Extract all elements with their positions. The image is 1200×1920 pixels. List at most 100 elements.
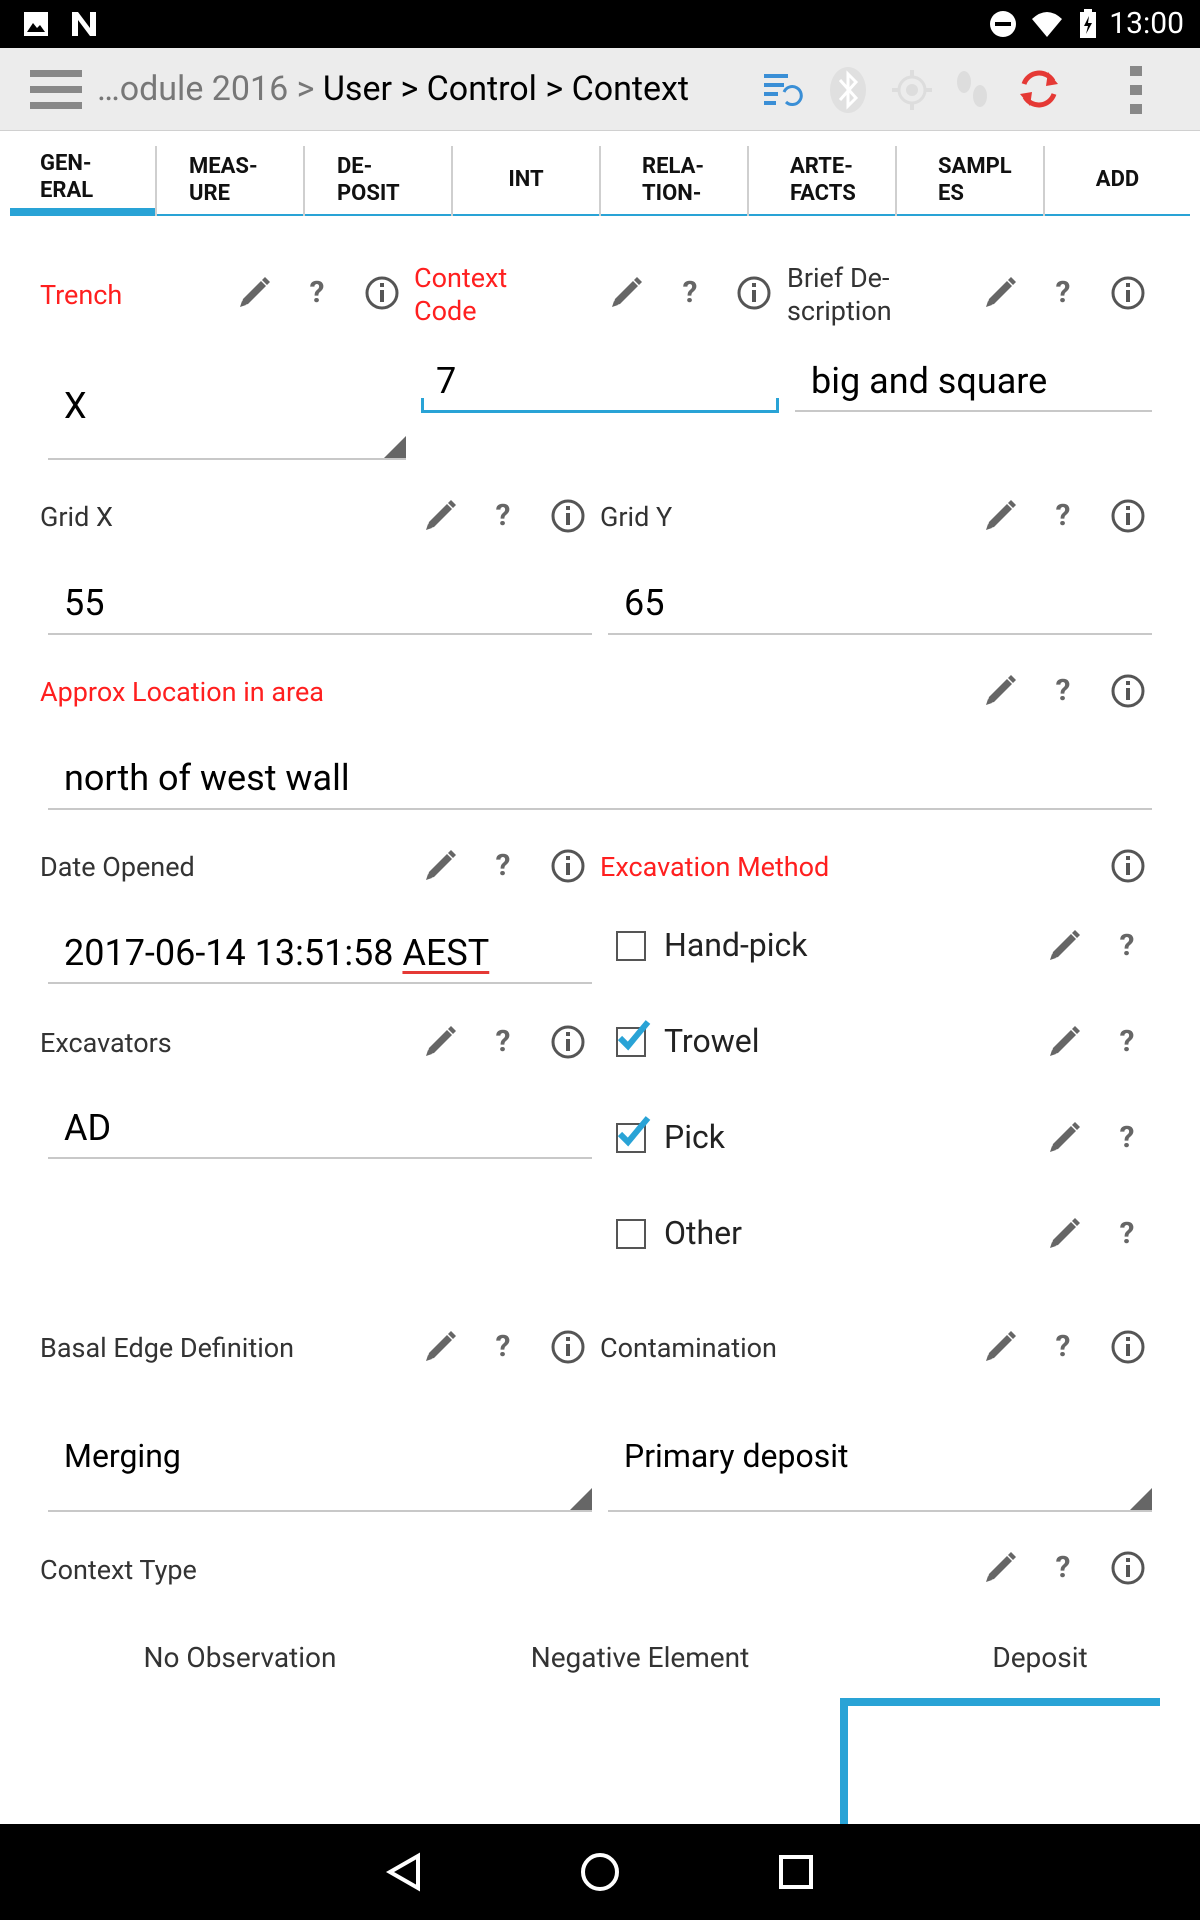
wifi-icon bbox=[1030, 9, 1064, 43]
status-bar: 13:00 bbox=[0, 0, 1200, 48]
tracking-footsteps-icon[interactable] bbox=[952, 68, 992, 118]
trench-label: Trench bbox=[40, 279, 123, 311]
approx-location-info-icon[interactable] bbox=[1110, 673, 1146, 709]
other-help-icon[interactable]: ? bbox=[1112, 1216, 1142, 1251]
pick-checkmark-icon bbox=[614, 1114, 654, 1154]
trowel-edit-pencil-icon[interactable] bbox=[1046, 1024, 1082, 1060]
basal-edge-info-icon[interactable] bbox=[550, 1329, 586, 1365]
grid-y-help-icon[interactable]: ? bbox=[1048, 498, 1078, 533]
date-opened-help-icon[interactable]: ? bbox=[488, 848, 518, 883]
sync-icon[interactable] bbox=[1016, 66, 1062, 116]
excavators-help-icon[interactable]: ? bbox=[488, 1024, 518, 1059]
date-opened-input[interactable]: 2017-06-14 13:51:58 AEST bbox=[64, 932, 489, 974]
approx-location-input[interactable]: north of west wall bbox=[64, 757, 350, 799]
contamination-help-icon[interactable]: ? bbox=[1048, 1329, 1078, 1364]
grid-y-info-icon[interactable] bbox=[1110, 498, 1146, 534]
excavation-method-label: Excavation Method bbox=[600, 851, 830, 883]
trowel-help-icon[interactable]: ? bbox=[1112, 1024, 1142, 1059]
approx-location-help-icon[interactable]: ? bbox=[1048, 673, 1078, 708]
brief-description-label: Brief De- scription bbox=[787, 262, 892, 327]
date-opened-value: 2017-06-14 13:51:58 bbox=[64, 932, 403, 974]
hand-pick-edit-pencil-icon[interactable] bbox=[1046, 928, 1082, 964]
context-type-label: Context Type bbox=[40, 1554, 197, 1586]
date-opened-info-icon[interactable] bbox=[550, 848, 586, 884]
grid-x-edit-pencil-icon[interactable] bbox=[422, 498, 458, 534]
contamination-edit-pencil-icon[interactable] bbox=[982, 1329, 1018, 1365]
grid-x-input[interactable]: 55 bbox=[64, 582, 104, 624]
excavators-label: Excavators bbox=[40, 1027, 172, 1059]
overflow-menu-icon[interactable] bbox=[1128, 64, 1144, 120]
grid-y-edit-pencil-icon[interactable] bbox=[982, 498, 1018, 534]
tab-general[interactable]: GEN- ERAL bbox=[10, 146, 155, 216]
trench-info-icon[interactable] bbox=[364, 275, 400, 311]
hand-pick-checkbox[interactable] bbox=[616, 931, 646, 961]
sync-list-icon[interactable] bbox=[762, 70, 804, 114]
basal-edge-dropdown[interactable]: Merging bbox=[64, 1437, 181, 1475]
basal-edge-label: Basal Edge Definition bbox=[40, 1332, 295, 1364]
excavators-info-icon[interactable] bbox=[550, 1024, 586, 1060]
other-edit-pencil-icon[interactable] bbox=[1046, 1216, 1082, 1252]
status-time: 13:00 bbox=[1109, 6, 1184, 41]
contamination-info-icon[interactable] bbox=[1110, 1329, 1146, 1365]
other-checkbox[interactable] bbox=[616, 1219, 646, 1249]
context-code-help-icon[interactable]: ? bbox=[675, 275, 705, 310]
brief-description-help-icon[interactable]: ? bbox=[1048, 275, 1078, 310]
date-opened-timezone: AEST bbox=[402, 932, 490, 974]
gps-icon[interactable] bbox=[890, 68, 934, 116]
pick-edit-pencil-icon[interactable] bbox=[1046, 1120, 1082, 1156]
approx-location-edit-pencil-icon[interactable] bbox=[982, 673, 1018, 709]
basal-edge-help-icon[interactable]: ? bbox=[488, 1329, 518, 1364]
brief-description-edit-pencil-icon[interactable] bbox=[982, 275, 1018, 311]
context-type-help-icon[interactable]: ? bbox=[1048, 1550, 1078, 1585]
brief-description-info-icon[interactable] bbox=[1110, 275, 1146, 311]
context-code-edit-pencil-icon[interactable] bbox=[608, 275, 644, 311]
context-type-info-icon[interactable] bbox=[1110, 1550, 1146, 1586]
grid-x-help-icon[interactable]: ? bbox=[488, 498, 518, 533]
excavators-edit-pencil-icon[interactable] bbox=[422, 1024, 458, 1060]
trench-edit-pencil-icon[interactable] bbox=[236, 275, 272, 311]
context-type-option-negative-element[interactable]: Negative Element bbox=[500, 1641, 780, 1674]
grid-y-input[interactable]: 65 bbox=[624, 582, 664, 624]
grid-x-info-icon[interactable] bbox=[550, 498, 586, 534]
excavators-input[interactable]: AD bbox=[64, 1107, 111, 1149]
trench-value[interactable]: X bbox=[64, 385, 87, 427]
grid-x-label: Grid X bbox=[40, 501, 113, 533]
tab-add[interactable]: ADD bbox=[1045, 146, 1190, 216]
back-icon[interactable] bbox=[384, 1852, 424, 1896]
tab-measure[interactable]: MEAS- URE bbox=[157, 146, 303, 216]
recent-apps-icon[interactable] bbox=[778, 1854, 814, 1894]
context-type-option-no-observation[interactable]: No Observation bbox=[100, 1641, 380, 1674]
tab-relation[interactable]: RELA- TION- bbox=[601, 146, 747, 216]
hand-pick-help-icon[interactable]: ? bbox=[1112, 928, 1142, 963]
breadcrumb-prefix: …odule 2016 > bbox=[97, 69, 323, 109]
tab-samples[interactable]: SAMPL ES bbox=[897, 146, 1043, 216]
contamination-label: Contamination bbox=[600, 1332, 777, 1364]
context-type-option-deposit[interactable]: Deposit bbox=[900, 1641, 1180, 1674]
pick-help-icon[interactable]: ? bbox=[1112, 1120, 1142, 1155]
tab-deposit[interactable]: DE- POSIT bbox=[305, 146, 451, 216]
deposit-selection-frame bbox=[840, 1698, 1160, 1824]
trench-help-icon[interactable]: ? bbox=[302, 275, 332, 310]
context-code-input[interactable]: 7 bbox=[436, 360, 456, 402]
bluetooth-icon[interactable] bbox=[828, 66, 868, 118]
breadcrumb: …odule 2016 > User > Control > Context bbox=[97, 69, 689, 109]
tab-artefacts[interactable]: ARTE- FACTS bbox=[749, 146, 895, 216]
breadcrumb-path: User > Control > Context bbox=[322, 69, 690, 109]
trowel-label: Trowel bbox=[664, 1022, 760, 1060]
home-icon[interactable] bbox=[580, 1852, 620, 1896]
excavation-method-info-icon[interactable] bbox=[1110, 848, 1146, 884]
trowel-checkmark-icon bbox=[614, 1018, 654, 1058]
tab-int[interactable]: INT bbox=[453, 146, 599, 216]
brief-description-input[interactable]: big and square bbox=[811, 360, 1047, 402]
context-type-edit-pencil-icon[interactable] bbox=[982, 1550, 1018, 1586]
contamination-dropdown-arrow-icon bbox=[1130, 1488, 1152, 1510]
contamination-dropdown[interactable]: Primary deposit bbox=[624, 1437, 848, 1475]
approx-location-label: Approx Location in area bbox=[40, 676, 324, 708]
image-notification-icon bbox=[22, 10, 50, 42]
basal-edge-edit-pencil-icon[interactable] bbox=[422, 1329, 458, 1365]
context-code-info-icon[interactable] bbox=[736, 275, 772, 311]
navigation-bar bbox=[0, 1824, 1200, 1920]
menu-icon[interactable] bbox=[30, 68, 82, 116]
date-opened-edit-pencil-icon[interactable] bbox=[422, 848, 458, 884]
battery-icon bbox=[1078, 9, 1098, 43]
